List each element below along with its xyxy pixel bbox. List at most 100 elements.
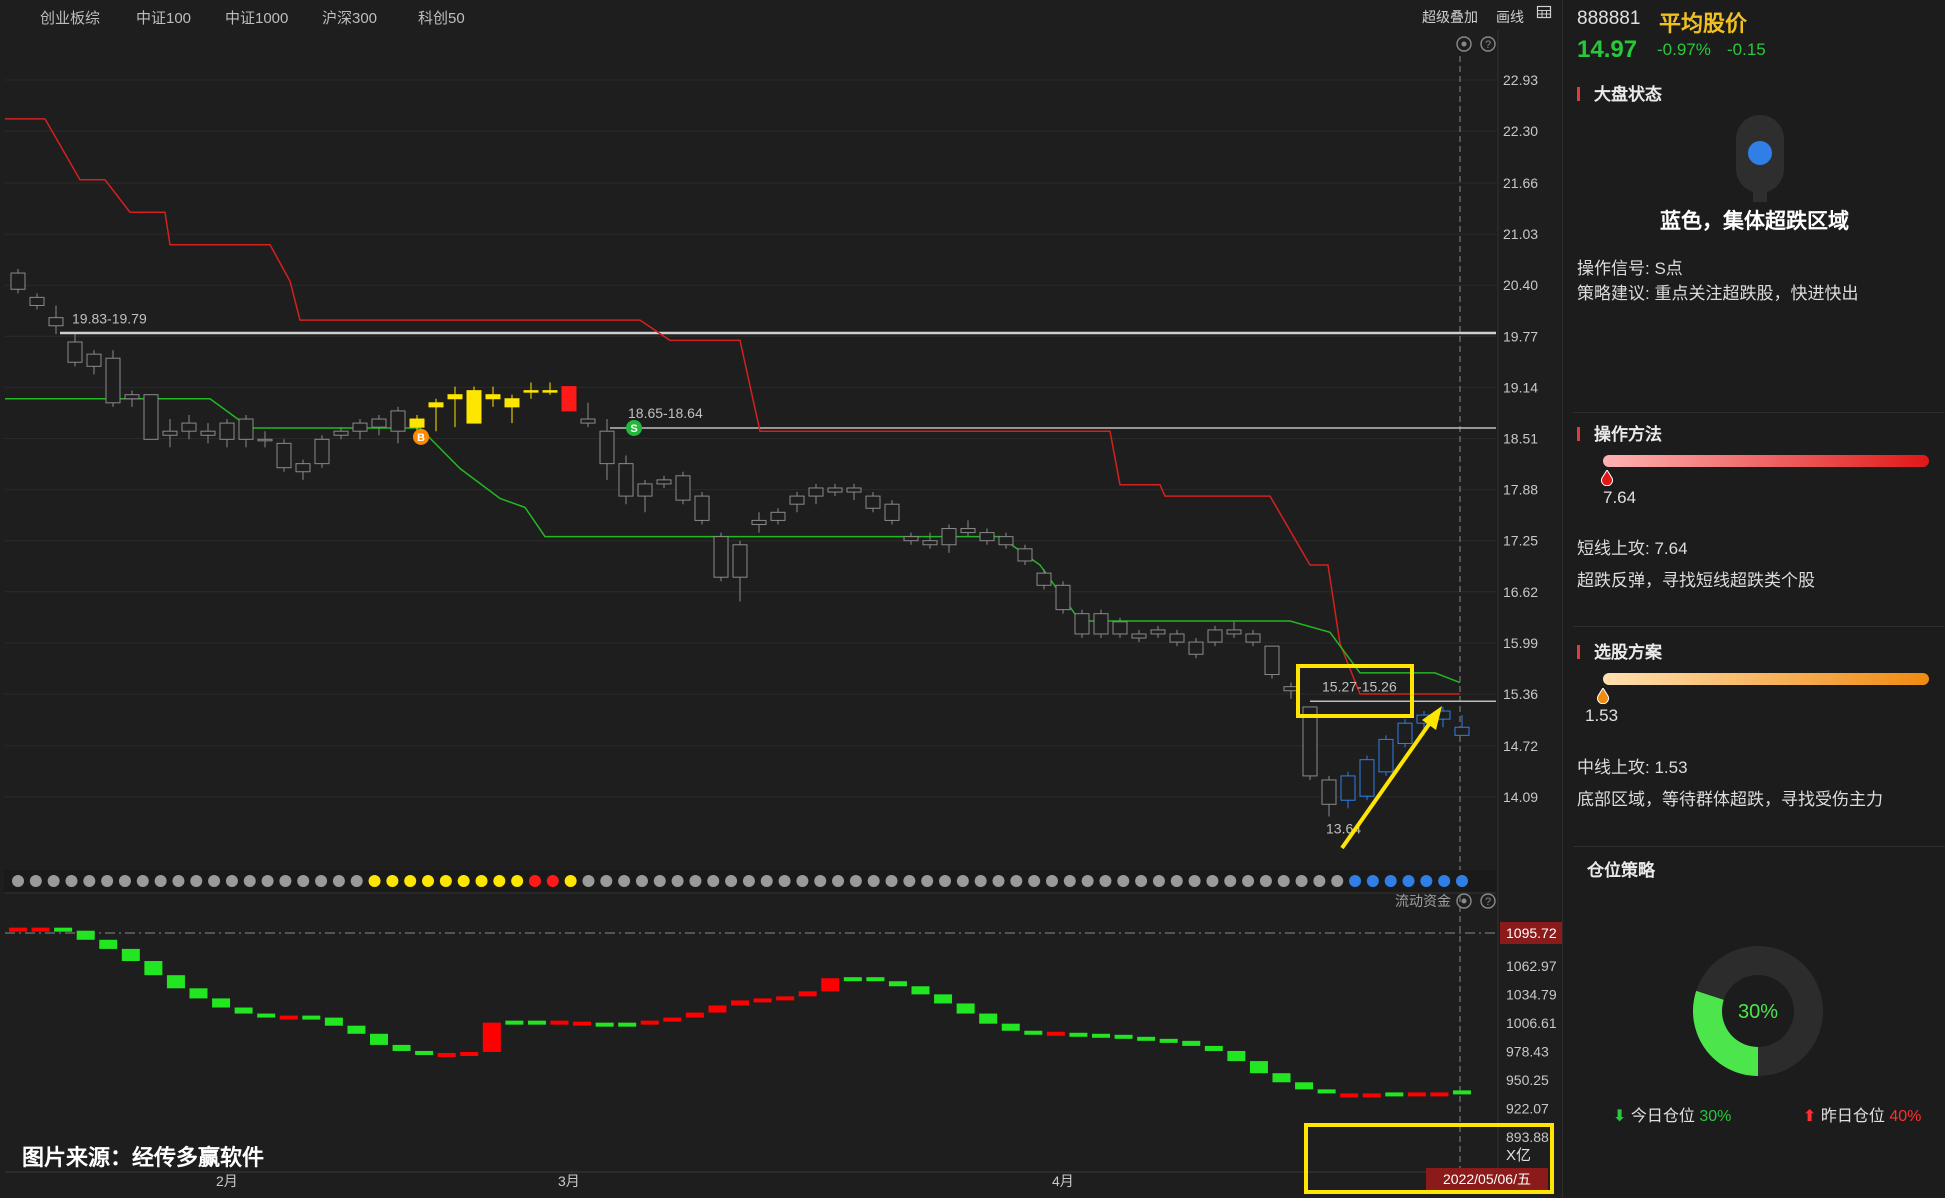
fund-bar [460,1051,479,1056]
fund-y-tick-label: 893.88 [1506,1129,1549,1145]
y-tick-label: 20.40 [1503,277,1538,293]
candle-body [1188,641,1204,655]
y-tick-label: 18.51 [1503,431,1538,447]
fund-bar [189,988,208,999]
selection-line1: 中线上攻: 1.53 [1577,758,1688,777]
signal-dot [689,875,702,887]
candle-body [656,479,672,485]
candle-body [1036,572,1052,586]
candle-body [219,422,235,440]
candle-body [295,463,311,473]
signal-dot [279,875,292,887]
signal-dot [386,875,399,887]
candle-body [1245,633,1261,643]
down-arrow-icon: ⬇ [1613,1108,1627,1125]
fund-bar [1430,1092,1449,1097]
signal-dot [225,875,238,887]
fund-bar [1317,1089,1336,1094]
candle-body [846,487,862,493]
fund-bar [888,981,907,987]
fund-settings-icon[interactable] [1456,893,1472,909]
right-panel: 888881 平均股价 14.97 -0.97% -0.15 大盘状态 蓝色，集… [1562,0,1945,1198]
signal-dot [992,875,1005,887]
signal-dot [867,875,880,887]
operation-line2: 超跌反弹，寻找短线超跌类个股 [1577,571,1815,590]
signal-dot [1313,875,1326,887]
candle [1074,609,1090,639]
fund-bar [1046,1031,1065,1036]
stock-code: 888881 [1577,8,1641,29]
candle-body [257,438,273,442]
fund-help-icon[interactable]: ? [1480,893,1496,909]
fund-bar [798,991,817,997]
signal-dot [707,875,720,887]
candle-body [1093,613,1109,635]
fund-bar [1182,1040,1201,1046]
signal-badge: S [626,419,642,436]
candle [713,532,729,582]
fund-bar [866,977,885,982]
svg-text:?: ? [1485,39,1491,51]
fund-bar [257,1013,276,1018]
signal-dot [136,875,149,887]
light-stand [1753,190,1767,202]
signal-dot [1456,875,1468,887]
candle-body [1397,722,1413,744]
fund-bar [1385,1092,1404,1097]
fund-bar [731,1000,749,1006]
signal-dot [635,875,648,887]
y-tick-label: 22.93 [1503,72,1538,88]
signal-dot [154,875,167,887]
fund-bar [1407,1092,1426,1097]
signal-dot [849,875,862,887]
signal-dot [1152,875,1165,887]
candle-body [504,398,520,408]
signal-dot [564,875,577,887]
candle-body [770,511,786,521]
signal-dot [422,875,435,887]
candle-body [580,418,596,424]
fund-unit-label: X亿 [1506,1147,1531,1164]
candle-body [466,390,482,424]
fund-y-tick-label: 1034.79 [1506,987,1557,1003]
y-tick-label: 22.30 [1503,123,1538,139]
candle-body [390,410,406,432]
signal-dot [778,875,791,887]
stock-selection-title: 选股方案 [1577,638,1662,663]
signal-dot [600,875,613,887]
fund-bar [437,1052,456,1057]
signal-dot [921,875,934,887]
fund-bar [324,1017,343,1026]
fund-bar [753,998,772,1003]
price-annotation: 18.65-18.64 [628,405,703,421]
signal-dot [315,875,328,887]
fund-bar [776,996,795,1001]
signal-dot [457,875,470,887]
fund-bar [911,986,930,995]
signal-dot [261,875,274,887]
y-tick-label: 14.72 [1503,738,1538,754]
fund-bar [956,1003,975,1014]
signal-dot [1331,875,1344,887]
candle-body [998,536,1014,546]
candle [1359,755,1375,801]
fund-bar [1227,1050,1246,1062]
candle [561,386,577,412]
price-annotation: 19.83-19.79 [72,310,147,326]
chart-area[interactable]: 22.93 22.30 21.66 21.03 20.40 19.77 19.14 18.51… [0,0,1562,1198]
signal-dot [1259,875,1272,887]
signal-dot [1224,875,1237,887]
stock-name: 平均股价 [1659,11,1748,36]
signal-dot [29,875,42,887]
signal-dot [1349,875,1362,887]
fund-bar [1024,1030,1043,1035]
candle-body [1264,645,1280,676]
signal-dot [1045,875,1058,887]
candle-body [618,463,634,497]
yesterday-position: ⬆ 昨日仓位 40% [1803,1108,1922,1125]
candle-body [1131,633,1147,639]
signal-dot [582,875,595,887]
candle-body [960,528,976,534]
signal-dot [350,875,363,887]
fund-y-tick-label: 950.25 [1506,1072,1549,1088]
